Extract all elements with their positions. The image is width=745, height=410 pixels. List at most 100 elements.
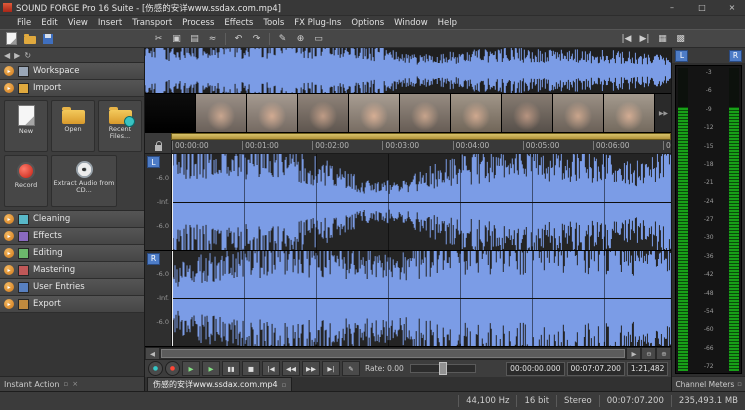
selection-end-readout[interactable]: 00:07:07.200 (567, 362, 625, 376)
go-end-icon[interactable]: ▶| (636, 32, 653, 46)
video-frame[interactable] (604, 94, 655, 132)
play-button[interactable]: ▶ (202, 361, 220, 376)
menu-item[interactable]: View (63, 18, 93, 28)
time-tick-label: 00:00:00 (172, 141, 209, 150)
back-icon[interactable]: ◀ (4, 51, 10, 60)
left-channel-waveform[interactable] (172, 154, 671, 250)
horizontal-scrollbar[interactable]: ◀ ▶ ⊖ ⊕ (145, 347, 671, 359)
save-file-icon[interactable] (39, 32, 56, 46)
instant-action-tab[interactable]: Instant Action ▫ × (0, 376, 144, 391)
event-tool-icon[interactable]: ▭ (310, 32, 327, 46)
menu-item[interactable]: Tools (258, 18, 289, 28)
redo-icon[interactable]: ↷ (248, 32, 265, 46)
cursor-position-readout[interactable]: 00:00:00.000 (506, 362, 564, 376)
sidebar-item-mastering[interactable]: ▸ Mastering (0, 262, 144, 279)
sidebar-item-editing[interactable]: ▸ Editing (0, 245, 144, 262)
video-frame[interactable] (145, 94, 196, 132)
menu-item[interactable]: File (12, 18, 36, 28)
menu-item[interactable]: Edit (36, 18, 62, 28)
extract-audio-cd-button[interactable]: Extract Audio from CD... (51, 155, 117, 207)
zoom-in-icon[interactable]: ⊕ (656, 348, 671, 359)
stop-button[interactable]: ■ (242, 361, 260, 376)
edit-tool-icon[interactable]: ✎ (274, 32, 291, 46)
copy-icon[interactable]: ▣ (168, 32, 185, 46)
record-button[interactable]: Record (4, 155, 48, 207)
tab-pin-icon[interactable]: ▫ (282, 381, 287, 389)
new-button[interactable]: New (4, 100, 48, 152)
video-frame[interactable] (400, 94, 451, 132)
playback-cursor[interactable] (172, 251, 173, 347)
video-frame[interactable] (196, 94, 247, 132)
sidebar-item-cleaning[interactable]: ▸ Cleaning (0, 211, 144, 228)
mix-icon[interactable]: ≈ (204, 32, 221, 46)
document-tab[interactable]: 伤感的安详www.ssdax.com.mp4 ▫ (147, 377, 292, 391)
scroll-right-icon[interactable]: ▶ (626, 348, 641, 359)
snap-icon[interactable]: ▩ (672, 32, 689, 46)
right-channel-badge[interactable]: R (147, 253, 160, 265)
menu-item[interactable]: FX Plug-Ins (289, 18, 346, 28)
open-button[interactable]: Open (51, 100, 95, 152)
open-file-icon[interactable] (21, 32, 38, 46)
left-channel-badge[interactable]: L (147, 156, 160, 168)
refresh-icon[interactable]: ↻ (24, 51, 31, 60)
playback-cursor[interactable] (172, 154, 173, 250)
minimize-button[interactable]: – (659, 0, 685, 15)
scroll-left-icon[interactable]: ◀ (145, 348, 160, 359)
edit-marker-icon[interactable]: ✎ (342, 361, 360, 376)
menu-item[interactable]: Window (389, 18, 433, 28)
rate-slider-thumb[interactable] (439, 362, 447, 375)
magnify-tool-icon[interactable]: ⊕ (292, 32, 309, 46)
forward-icon[interactable]: ▶ (14, 51, 20, 60)
video-frame[interactable] (553, 94, 604, 132)
zoom-out-icon[interactable]: ⊖ (641, 348, 656, 359)
paste-icon[interactable]: ▤ (186, 32, 203, 46)
sidebar-item-import[interactable]: ▸ Import (0, 80, 144, 97)
video-frame[interactable] (298, 94, 349, 132)
go-to-start-button[interactable]: |◀ (262, 361, 280, 376)
scrollbar-track[interactable] (160, 348, 626, 359)
filmstrip-more-icon[interactable]: ▶▶ (655, 94, 671, 132)
sidebar-item-user-entries[interactable]: ▸ User Entries (0, 279, 144, 296)
video-frame[interactable] (247, 94, 298, 132)
pane-dock-icon[interactable]: ▫ (737, 380, 742, 388)
sidebar-item-effects[interactable]: ▸ Effects (0, 228, 144, 245)
video-frame[interactable] (349, 94, 400, 132)
cut-icon[interactable]: ✂ (150, 32, 167, 46)
meter-left-badge[interactable]: L (675, 50, 688, 62)
meter-right-badge[interactable]: R (729, 50, 742, 62)
video-frame[interactable] (451, 94, 502, 132)
menu-item[interactable]: Insert (93, 18, 127, 28)
record-button[interactable]: ● (165, 361, 180, 376)
rate-slider[interactable] (410, 364, 476, 373)
recent-files-button[interactable]: Recent Files... (98, 100, 142, 152)
menu-item[interactable]: Options (346, 18, 389, 28)
menu-item[interactable]: Help (433, 18, 462, 28)
go-start-icon[interactable]: |◀ (618, 32, 635, 46)
record-monitor-button[interactable]: ● (148, 361, 163, 376)
undo-icon[interactable]: ↶ (230, 32, 247, 46)
sidebar-item-workspace[interactable]: ▸ Workspace (0, 63, 144, 80)
time-ruler[interactable]: 00:00:0000:01:0000:02:0000:03:0000:04:00… (145, 140, 671, 154)
scrollbar-handle[interactable] (161, 349, 625, 358)
channel-meters-tab[interactable]: Channel Meters ▫ (672, 376, 745, 391)
play-all-button[interactable]: ▶ (182, 361, 200, 376)
menu-item[interactable]: Process (177, 18, 219, 28)
go-to-end-button[interactable]: ▶| (322, 361, 340, 376)
pause-button[interactable]: ▮▮ (222, 361, 240, 376)
forward-button[interactable]: ▶▶ (302, 361, 320, 376)
close-button[interactable]: × (719, 0, 745, 15)
new-file-icon[interactable] (3, 32, 20, 46)
rewind-button[interactable]: ◀◀ (282, 361, 300, 376)
menu-item[interactable]: Transport (127, 18, 177, 28)
loop-region[interactable] (171, 133, 671, 140)
pane-close-icon[interactable]: × (72, 380, 78, 388)
pane-dock-icon[interactable]: ▫ (63, 380, 68, 388)
sidebar-item-export[interactable]: ▸ Export (0, 296, 144, 313)
overview-waveform[interactable] (145, 48, 671, 94)
menu-item[interactable]: Effects (219, 18, 258, 28)
selection-length-readout[interactable]: 1:21,482 (627, 362, 669, 376)
grid-icon[interactable]: ▦ (654, 32, 671, 46)
video-frame[interactable] (502, 94, 553, 132)
right-channel-waveform[interactable] (172, 251, 671, 347)
maximize-button[interactable]: □ (689, 0, 715, 15)
